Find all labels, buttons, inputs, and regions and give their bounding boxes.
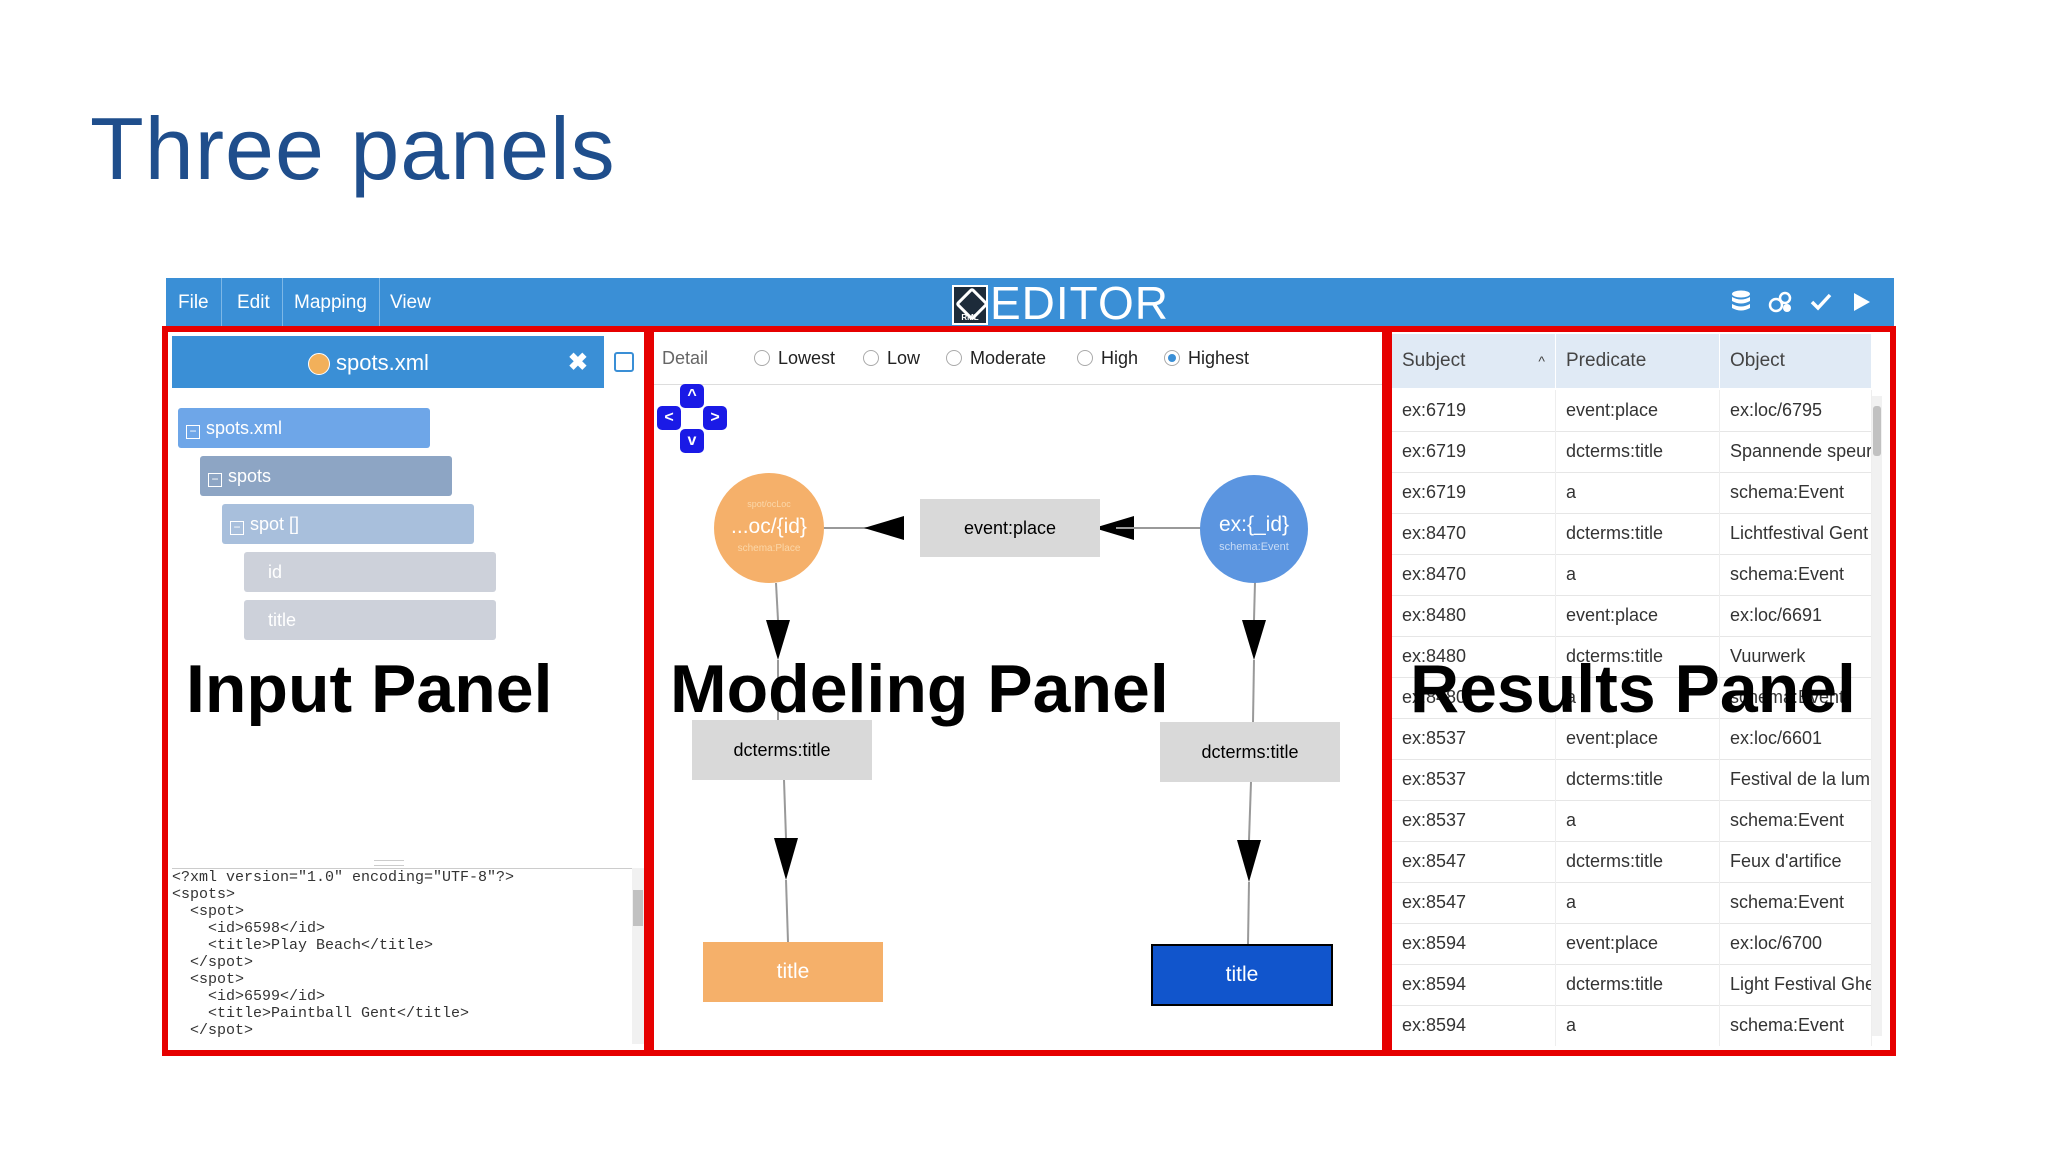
app-title: EDITOR [990,277,1169,329]
database-icon[interactable] [1728,290,1754,316]
menu-view[interactable]: View [378,278,443,328]
shapes-icon[interactable] [1768,290,1794,316]
input-panel-frame [162,326,650,1056]
menu-file[interactable]: File [166,278,222,328]
play-icon[interactable] [1848,290,1874,316]
menu-edit[interactable]: Edit [225,278,283,328]
check-icon[interactable] [1808,290,1834,316]
rml-logo-icon: RML [952,285,989,325]
menu-mapping[interactable]: Mapping [282,278,380,328]
results-panel-frame [1386,326,1896,1056]
logo-text: RML [961,313,979,322]
modeling-panel-frame [648,326,1388,1056]
slide-title: Three panels [90,99,616,198]
menu-bar: File Edit Mapping View RML EDITOR [166,278,1894,328]
